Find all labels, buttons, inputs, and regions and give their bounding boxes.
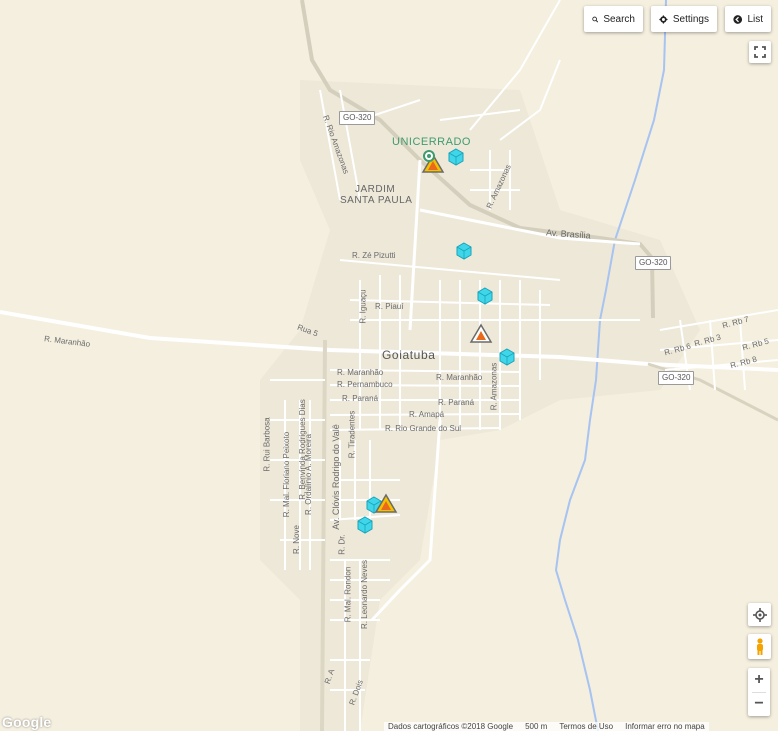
street-label: R. Nove bbox=[291, 525, 301, 554]
cube-marker-icon[interactable] bbox=[456, 242, 472, 260]
my-location-button[interactable] bbox=[748, 603, 771, 626]
list-button[interactable]: List bbox=[725, 6, 771, 32]
neighborhood-label-line2: SANTA PAULA bbox=[340, 195, 413, 206]
cube-marker-icon[interactable] bbox=[499, 348, 515, 366]
search-label: Search bbox=[603, 13, 635, 25]
street-label: Av. Clóvis Rodrigo do Valê bbox=[330, 424, 341, 530]
cube-marker-icon[interactable] bbox=[357, 516, 373, 534]
list-label: List bbox=[747, 13, 763, 25]
street-label: R. Mal. Rondon bbox=[343, 566, 353, 623]
fullscreen-icon bbox=[754, 46, 766, 58]
poi-pin-icon[interactable] bbox=[423, 150, 435, 162]
highway-shield: GO-320 bbox=[658, 371, 695, 385]
highway-shield: GO-320 bbox=[635, 256, 672, 270]
street-label: R. Maranhão bbox=[337, 368, 384, 377]
street-label: R. Tiradentes bbox=[347, 410, 357, 459]
search-icon bbox=[592, 16, 599, 22]
street-label: R. Iguaçu bbox=[358, 289, 368, 324]
google-logo: Google bbox=[2, 714, 52, 730]
settings-button[interactable]: Settings bbox=[651, 6, 717, 32]
street-label: R. Rui Barbosa bbox=[262, 417, 272, 472]
street-label: R. Rio Grande do Sul bbox=[385, 424, 462, 433]
map-canvas[interactable] bbox=[0, 0, 778, 731]
street-label: R. Pernambuco bbox=[337, 380, 393, 389]
street-label: R. Zé Pizutti bbox=[352, 251, 396, 260]
street-label: R. Dr. bbox=[337, 534, 347, 555]
street-label: R. Amazonas bbox=[489, 362, 499, 411]
back-arrow-icon bbox=[733, 14, 743, 24]
street-view-button[interactable] bbox=[748, 634, 771, 659]
search-button[interactable]: Search bbox=[584, 6, 643, 32]
zoom-in-button[interactable]: + bbox=[748, 668, 770, 692]
city-label: Goiatuba bbox=[382, 348, 436, 362]
street-label: R. Ordalinio A. Moreira bbox=[303, 434, 313, 515]
zoom-out-button[interactable]: − bbox=[748, 692, 770, 716]
cube-marker-icon[interactable] bbox=[477, 287, 493, 305]
zoom-divider bbox=[752, 692, 766, 693]
street-label: R. Leonardo Neves bbox=[359, 560, 369, 629]
scale-label[interactable]: 500 m bbox=[525, 722, 547, 731]
street-label: R. Amapá bbox=[409, 410, 445, 419]
street-label: R. Mal. Floriano Peixoto bbox=[282, 431, 292, 518]
cube-marker-icon[interactable] bbox=[448, 148, 464, 166]
street-label: R. Maranhão bbox=[436, 373, 483, 382]
zoom-control: + − bbox=[748, 668, 770, 716]
map-data-attribution: Dados cartográficos ©2018 Google bbox=[388, 722, 514, 731]
highway-shield: GO-320 bbox=[339, 111, 376, 125]
settings-label: Settings bbox=[672, 13, 709, 25]
pegman-icon bbox=[756, 637, 763, 655]
street-label: R. Paraná bbox=[438, 398, 475, 407]
terms-link[interactable]: Termos de Uso bbox=[559, 722, 613, 731]
street-label: R. Paraná bbox=[342, 394, 379, 403]
street-label: R. Piauí bbox=[375, 302, 404, 311]
map-footer: Dados cartográficos ©2018 Google 500 m T… bbox=[384, 722, 709, 731]
fullscreen-button[interactable] bbox=[749, 41, 771, 63]
poi-label[interactable]: UNICERRADO bbox=[392, 136, 471, 148]
neighborhood-label-line1: JARDIM bbox=[355, 184, 396, 195]
report-error-link[interactable]: Informar erro no mapa bbox=[625, 722, 705, 731]
gear-icon bbox=[659, 14, 668, 24]
crosshair-icon bbox=[752, 607, 767, 622]
